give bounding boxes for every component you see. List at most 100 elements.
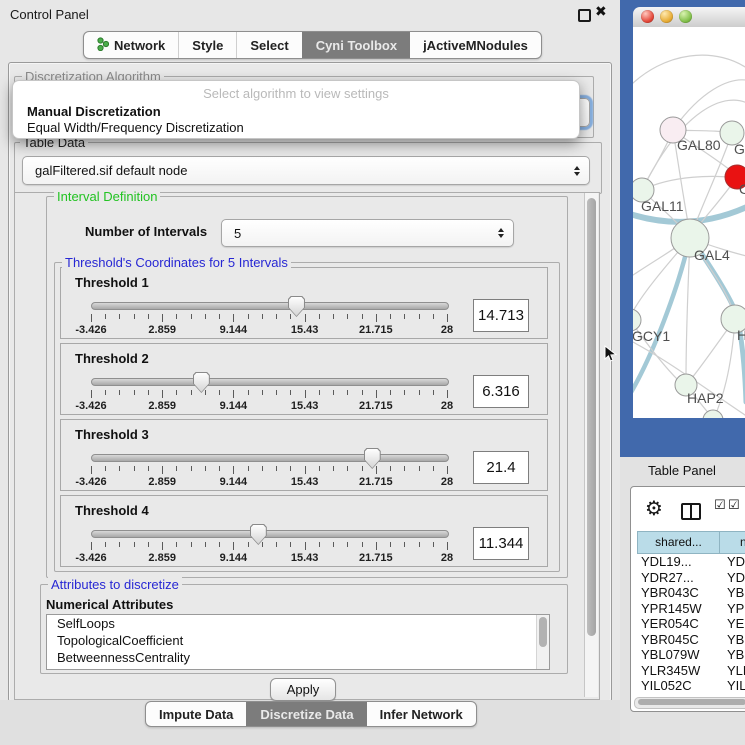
slider-track[interactable]: [91, 530, 449, 538]
threshold-value[interactable]: 6.316: [473, 375, 529, 408]
slider-tick: [176, 390, 177, 395]
minimize-traffic-light[interactable]: [660, 10, 673, 23]
threshold-label: Threshold 2: [75, 351, 149, 366]
slider-tick-label: 9.144: [220, 552, 248, 564]
slider-tick-label: 21.715: [359, 324, 393, 336]
close-icon[interactable]: ✖: [595, 4, 607, 20]
table-row[interactable]: YDL19...YDL1: [637, 554, 745, 570]
table-row[interactable]: YBR045CYBR0: [637, 632, 745, 648]
cell-name[interactable]: YER0: [723, 616, 745, 632]
cell-shared-name[interactable]: YIL052C: [637, 678, 723, 694]
combo-stepper-icon: [574, 166, 580, 176]
table-row[interactable]: YLR345WYLR3: [637, 663, 745, 679]
attribute-item-topologicalcoefficient[interactable]: TopologicalCoefficient: [47, 632, 549, 649]
table-row[interactable]: YPR145WYPR1: [637, 601, 745, 617]
split-columns-icon[interactable]: [681, 503, 701, 520]
slider-tick: [91, 466, 92, 474]
settings-scrollbar[interactable]: [584, 193, 598, 697]
scrollbar-thumb[interactable]: [587, 198, 596, 636]
tab-style[interactable]: Style: [178, 32, 236, 58]
table-data-combo[interactable]: galFiltered.sif default node: [22, 156, 590, 185]
popup-option-manual[interactable]: Manual Discretization: [27, 104, 161, 119]
tab-network[interactable]: Network: [84, 32, 178, 58]
slider-track[interactable]: [91, 454, 449, 462]
slider-tick: [390, 466, 391, 471]
popup-option-equal-width[interactable]: Equal Width/Frequency Discretization: [27, 120, 244, 135]
attributes-scrollbar[interactable]: [536, 615, 549, 669]
cell-name[interactable]: YIL0: [723, 678, 745, 694]
table-row[interactable]: YDR27...YDR2: [637, 570, 745, 586]
tab-cyni-toolbox[interactable]: Cyni Toolbox: [302, 32, 410, 58]
cell-name[interactable]: YDL1: [723, 554, 745, 570]
attribute-item-selfloops[interactable]: SelfLoops: [47, 615, 549, 632]
slider-tick-label: -3.426: [75, 400, 106, 412]
cell-name[interactable]: YBR0: [723, 632, 745, 648]
slider-tick: [162, 314, 163, 322]
cell-name[interactable]: YLR3: [723, 663, 745, 679]
num-intervals-combo[interactable]: 5: [221, 219, 514, 247]
slider-tick: [433, 466, 434, 471]
slider-tick: [248, 314, 249, 319]
cell-name[interactable]: YBR0: [723, 585, 745, 601]
cell-shared-name[interactable]: YER054C: [637, 616, 723, 632]
slider-tick: [219, 542, 220, 547]
cell-shared-name[interactable]: YBR045C: [637, 632, 723, 648]
threshold-value[interactable]: 14.713: [473, 299, 529, 332]
table-row[interactable]: YER054CYER0: [637, 616, 745, 632]
node-table: ⚙ ☑ ☑ shared... na YDL19...YDL1YDR27...Y…: [630, 486, 745, 712]
slider-thumb[interactable]: [288, 296, 305, 317]
slider-tick: [233, 314, 234, 322]
slider-thumb[interactable]: [250, 524, 267, 545]
zoom-traffic-light[interactable]: [679, 10, 692, 23]
slider-tick: [290, 466, 291, 471]
threshold-value[interactable]: 21.4: [473, 451, 529, 484]
slider-track[interactable]: [91, 302, 449, 310]
cell-name[interactable]: YDR2: [723, 570, 745, 586]
slider-tick: [333, 542, 334, 547]
tab-select[interactable]: Select: [236, 32, 301, 58]
slider-tick: [404, 390, 405, 395]
scrollbar-thumb[interactable]: [539, 617, 547, 647]
tab-jactivemnodules[interactable]: jActiveMNodules: [410, 32, 541, 58]
cell-shared-name[interactable]: YPR145W: [637, 601, 723, 617]
slider-tick: [148, 466, 149, 471]
network-window-titlebar[interactable]: [633, 7, 745, 28]
cell-name[interactable]: YBL0: [723, 647, 745, 663]
slider-thumb[interactable]: [364, 448, 381, 469]
network-canvas[interactable]: GAL80GACGAL11GAL4GCY1HHAP2: [633, 27, 745, 418]
threshold-panel-3: Threshold 3-3.4262.8599.14415.4321.71528…: [60, 419, 548, 491]
table-row[interactable]: YBR043CYBR0: [637, 585, 745, 601]
apply-button[interactable]: Apply: [270, 678, 336, 701]
slider-tick: [362, 542, 363, 547]
column-header-shared[interactable]: shared...: [637, 531, 720, 554]
network-node[interactable]: [703, 410, 723, 418]
slider-tick: [191, 542, 192, 547]
scrollbar-thumb[interactable]: [638, 699, 745, 705]
checkbox-checked-icon[interactable]: ☑: [714, 498, 726, 513]
thumb-face: [289, 297, 304, 316]
tab-impute-data[interactable]: Impute Data: [146, 702, 246, 726]
cell-shared-name[interactable]: YBL079W: [637, 647, 723, 663]
column-header-name[interactable]: na: [720, 531, 745, 554]
table-row[interactable]: YBL079WYBL0: [637, 647, 745, 663]
cell-shared-name[interactable]: YDL19...: [637, 554, 723, 570]
gear-icon[interactable]: ⚙: [645, 496, 663, 520]
checkbox-checked-icon[interactable]: ☑: [728, 498, 740, 513]
cell-shared-name[interactable]: YBR043C: [637, 585, 723, 601]
threshold-value[interactable]: 11.344: [473, 527, 529, 560]
attribute-item-betweennesscentrality[interactable]: BetweennessCentrality: [47, 649, 549, 666]
slider-tick: [447, 466, 448, 474]
tab-infer-network[interactable]: Infer Network: [367, 702, 476, 726]
slider-tick: [148, 314, 149, 319]
table-row[interactable]: YIL052CYIL0: [637, 678, 745, 694]
slider-track[interactable]: [91, 378, 449, 386]
float-window-icon[interactable]: [578, 9, 591, 22]
close-traffic-light[interactable]: [641, 10, 654, 23]
cell-shared-name[interactable]: YLR345W: [637, 663, 723, 679]
tab-discretize-data[interactable]: Discretize Data: [246, 702, 366, 726]
cell-name[interactable]: YPR1: [723, 601, 745, 617]
slider-tick: [176, 542, 177, 547]
cell-shared-name[interactable]: YDR27...: [637, 570, 723, 586]
slider-thumb[interactable]: [193, 372, 210, 393]
table-horizontal-scrollbar[interactable]: [634, 697, 745, 709]
